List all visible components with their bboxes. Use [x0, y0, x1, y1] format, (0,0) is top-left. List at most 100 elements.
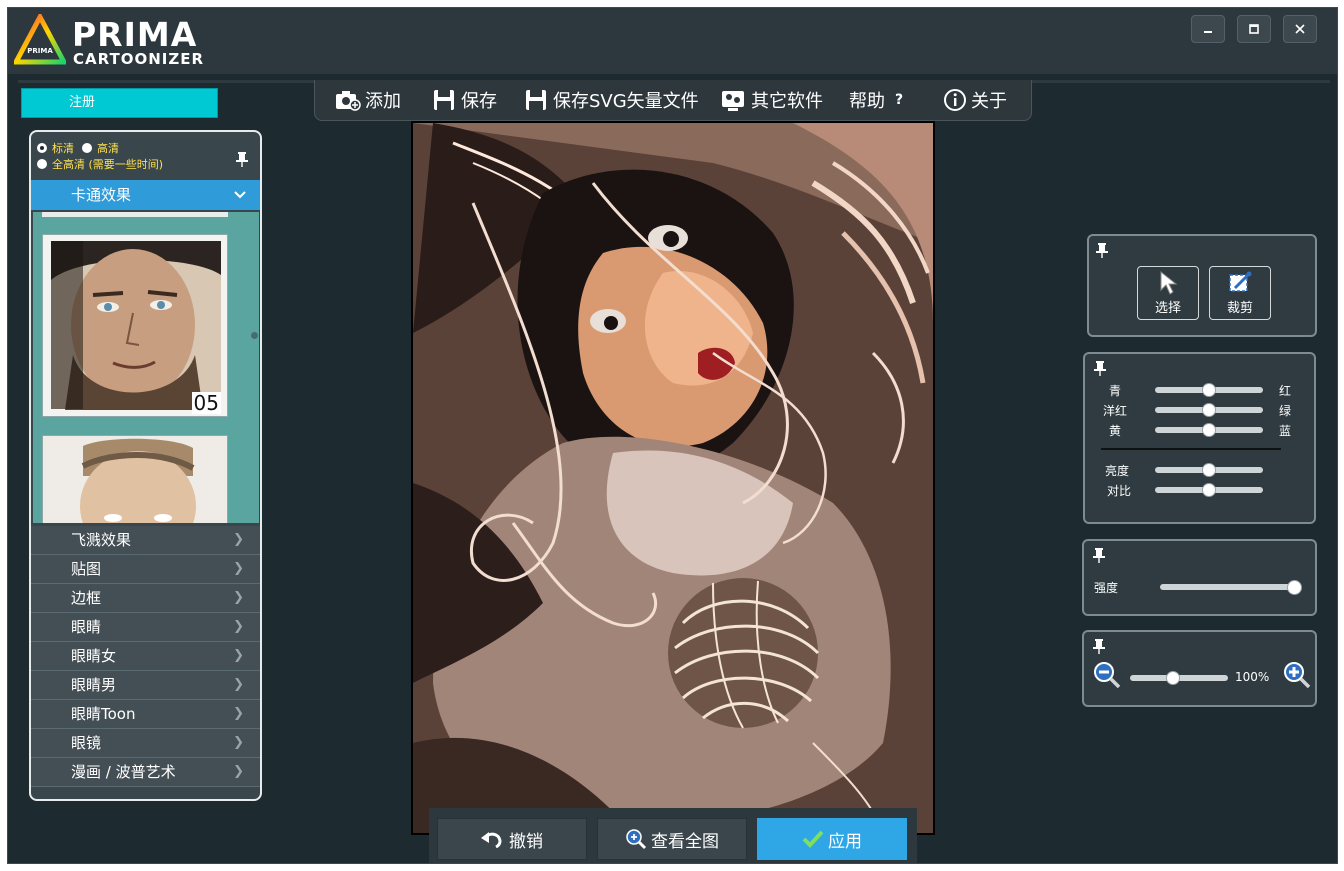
category-splash[interactable]: 飞溅效果 ❯	[31, 526, 260, 555]
high-label: 高清	[97, 142, 119, 155]
color-adjust-panel: 青 红 洋红 绿 黄 蓝 亮度 对比	[1083, 352, 1316, 524]
man-portrait-thumbnail	[43, 235, 227, 416]
save-svg-button[interactable]: 保存SVG矢量文件	[525, 84, 699, 116]
effect-category-list: 飞溅效果 ❯ 贴图 ❯ 边框 ❯ 眼睛 ❯ 眼睛女 ❯ 眼睛男 ❯ 眼睛Toon ❯ 眼镜 ❯ …	[31, 526, 260, 787]
chevron-right-icon: ❯	[233, 619, 244, 634]
quality-row-1: 标清 高清	[37, 140, 257, 156]
svg-text:PRIMA: PRIMA	[27, 47, 53, 55]
cyan-red-slider-knob[interactable]	[1202, 383, 1216, 397]
full-hd-radio[interactable]	[37, 159, 47, 169]
view-full-button[interactable]: 查看全图	[597, 818, 747, 860]
standard-radio[interactable]	[37, 143, 47, 153]
brightness-slider-knob[interactable]	[1202, 463, 1216, 477]
add-button[interactable]: 添加	[335, 84, 401, 116]
pin-icon[interactable]	[235, 151, 249, 167]
about-button[interactable]: 关于	[943, 84, 1007, 116]
yellow-label: 黄	[1109, 424, 1122, 438]
strength-slider-row: 强度	[1084, 577, 1315, 597]
close-button[interactable]	[1283, 15, 1317, 43]
yellow-blue-slider-knob[interactable]	[1202, 423, 1216, 437]
category-stickers[interactable]: 贴图 ❯	[31, 555, 260, 584]
category-eyes-female[interactable]: 眼睛女 ❯	[31, 642, 260, 671]
strength-slider[interactable]	[1160, 584, 1294, 590]
category-eyes-male[interactable]: 眼睛男 ❯	[31, 671, 260, 700]
magenta-label: 洋红	[1103, 404, 1128, 418]
tools-panel: 选择 裁剪	[1087, 234, 1317, 337]
main-toolbar: 添加 保存 保存SVG矢量文件 其它软件 帮助 ? 关于	[314, 80, 1032, 121]
strength-slider-knob[interactable]	[1286, 580, 1302, 595]
maximize-button[interactable]	[1237, 15, 1271, 43]
category-eyes-toon[interactable]: 眼睛Toon ❯	[31, 700, 260, 729]
blue-label: 蓝	[1279, 424, 1292, 438]
other-software-label: 其它软件	[751, 91, 823, 112]
contrast-slider-knob[interactable]	[1202, 483, 1216, 497]
cyan-red-slider-row: 青 红	[1085, 380, 1314, 400]
man-sketch-thumbnail	[43, 436, 227, 523]
panel-divider	[1101, 448, 1281, 450]
undo-button[interactable]: 撤销	[437, 818, 587, 860]
magenta-green-slider-knob[interactable]	[1202, 403, 1216, 417]
crop-tool-button[interactable]: 裁剪	[1209, 266, 1271, 320]
previous-thumb-edge	[42, 212, 228, 217]
category-label: 贴图	[71, 560, 102, 578]
brightness-label: 亮度	[1105, 464, 1130, 478]
help-button[interactable]: 帮助 ?	[849, 84, 903, 116]
register-button[interactable]: 注册	[21, 88, 218, 118]
logo-text-prima: PRIMA	[72, 15, 198, 54]
select-tool-button[interactable]: 选择	[1137, 266, 1199, 320]
category-label: 眼睛Toon	[71, 705, 136, 723]
effects-panel: 标清 高清 全高清 (需要一些时间) 卡通效果 05 飞溅效果 ❯ 贴图 ❯ 边…	[29, 130, 262, 801]
chevron-right-icon: ❯	[233, 706, 244, 721]
save-svg-icon	[526, 90, 546, 110]
contrast-slider-row: 对比	[1085, 480, 1314, 500]
green-label: 绿	[1279, 404, 1292, 418]
app-logo: PRIMA PRIMA CARTOONIZER	[14, 14, 204, 70]
red-label: 红	[1279, 384, 1292, 398]
logo-triangle-icon: PRIMA	[14, 14, 66, 65]
chevron-right-icon: ❯	[233, 532, 244, 547]
pin-icon[interactable]	[1092, 547, 1106, 563]
pin-icon[interactable]	[1092, 638, 1106, 654]
chevron-right-icon: ❯	[233, 677, 244, 692]
save-button[interactable]: 保存	[433, 84, 497, 116]
thumbnail-scroll-indicator[interactable]	[251, 332, 258, 339]
app-window: PRIMA PRIMA CARTOONIZER 添加 保存 保存SVG矢量文件	[7, 7, 1338, 864]
bottom-action-bar: 撤销 查看全图 应用	[429, 808, 917, 863]
high-radio[interactable]	[82, 143, 92, 153]
logo-text-cartoonizer: CARTOONIZER	[73, 50, 205, 68]
category-eyes[interactable]: 眼睛 ❯	[31, 613, 260, 642]
cartoonized-photo	[413, 123, 933, 833]
cartoon-effect-header[interactable]: 卡通效果	[31, 180, 260, 210]
brightness-slider-row: 亮度	[1085, 460, 1314, 480]
category-comic-pop-art[interactable]: 漫画 / 波普艺术 ❯	[31, 758, 260, 787]
zoom-slider-row: 100%	[1084, 668, 1315, 688]
pin-icon[interactable]	[1095, 242, 1109, 258]
zoom-slider-knob[interactable]	[1166, 671, 1181, 685]
category-borders[interactable]: 边框 ❯	[31, 584, 260, 613]
save-svg-label: 保存SVG矢量文件	[553, 91, 699, 112]
cartoon-effect-label: 卡通效果	[71, 186, 132, 204]
other-software-button[interactable]: 其它软件	[721, 84, 823, 116]
pin-icon[interactable]	[1093, 360, 1107, 376]
chevron-right-icon: ❯	[233, 764, 244, 779]
contrast-label: 对比	[1107, 484, 1132, 498]
chevron-right-icon: ❯	[233, 735, 244, 750]
category-glasses[interactable]: 眼镜 ❯	[31, 729, 260, 758]
strength-panel: 强度	[1082, 539, 1317, 616]
effect-thumb-06[interactable]	[42, 435, 228, 523]
software-icon	[722, 91, 744, 111]
quality-row-2: 全高清 (需要一些时间)	[37, 156, 257, 172]
image-canvas[interactable]	[411, 121, 935, 835]
effect-thumb-05[interactable]: 05	[42, 234, 228, 417]
minimize-icon	[1204, 31, 1212, 33]
select-tool-label: 选择	[1154, 301, 1181, 316]
apply-button[interactable]: 应用	[757, 818, 907, 860]
checkmark-icon	[802, 830, 824, 848]
category-label: 边框	[71, 589, 102, 607]
apply-label: 应用	[828, 831, 862, 852]
minimize-button[interactable]	[1191, 15, 1225, 43]
zoom-in-icon[interactable]	[1282, 660, 1312, 690]
title-bar: PRIMA PRIMA CARTOONIZER	[8, 8, 1337, 74]
quality-options: 标清 高清 全高清 (需要一些时间)	[37, 140, 257, 172]
full-hd-label: 全高清 (需要一些时间)	[52, 158, 164, 171]
